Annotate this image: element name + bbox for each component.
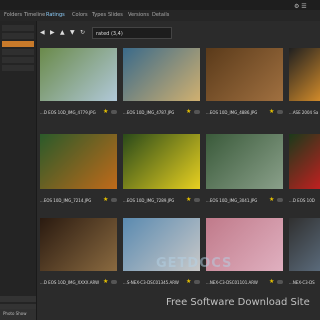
path-value: (3,4): [110, 31, 123, 37]
thumbnail-caption: ...EOS 10D_IMG_4787.JPG: [123, 110, 175, 115]
thumb-flower[interactable]: [123, 134, 200, 189]
thumb-bird[interactable]: [123, 48, 200, 101]
rating-star-icon[interactable]: ★: [269, 108, 274, 115]
thumbnail-caption: ...NEX-C3-DS: [289, 280, 315, 285]
thumbnail-caption: ...NEX-C3-DSC01101.ARW: [206, 280, 258, 285]
watermark-logo: GETDOCS: [156, 256, 233, 271]
tab-versions[interactable]: Versions: [128, 11, 149, 20]
bottom-panel: Photo Show: [0, 309, 36, 320]
panel-row[interactable]: [2, 65, 34, 71]
back-arrow-icon[interactable]: ◀: [40, 29, 45, 36]
thumb-sunset[interactable]: [289, 48, 320, 101]
thumb-street[interactable]: [289, 218, 320, 271]
thumbnail-caption: ...EOS 10D_IMG_7289.JPG: [123, 198, 175, 203]
path-field[interactable]: rated (3,4): [92, 27, 172, 39]
thumb-bookshelf[interactable]: [40, 218, 117, 271]
tab-types[interactable]: Types: [92, 11, 106, 20]
tab-folders[interactable]: Folders: [4, 11, 22, 20]
tab-timeline[interactable]: Timeline: [24, 11, 45, 20]
panel-row[interactable]: [2, 25, 34, 31]
rating-star-icon[interactable]: ★: [186, 196, 191, 203]
forward-arrow-icon[interactable]: ▶: [50, 29, 55, 36]
panel-row[interactable]: [2, 49, 34, 55]
label-toggle-icon[interactable]: [194, 110, 200, 114]
label-toggle-icon[interactable]: [194, 198, 200, 202]
thumb-butterfly[interactable]: [40, 134, 117, 189]
rating-star-icon[interactable]: ★: [103, 196, 108, 203]
tab-slides[interactable]: Slides: [108, 11, 123, 20]
rating-star-icon[interactable]: ★: [103, 108, 108, 115]
thumb-red-flowers[interactable]: [289, 134, 320, 189]
rating-star-icon[interactable]: ★: [186, 278, 191, 285]
thumbnail-caption: ...EOS 10D_IMG_7214.JPG: [40, 198, 92, 203]
top-toolbar: [0, 0, 320, 10]
panel-row[interactable]: [2, 33, 34, 39]
filter-icon[interactable]: ▼: [70, 29, 75, 36]
thumbnail-caption: ...EOS 10D_IMG_4886.JPG: [206, 110, 258, 115]
label-toggle-icon[interactable]: [277, 280, 283, 284]
thumb-forest[interactable]: [206, 134, 283, 189]
rating-star-icon[interactable]: ★: [269, 196, 274, 203]
panel-row[interactable]: [2, 57, 34, 63]
rating-star-icon[interactable]: ★: [269, 278, 274, 285]
tab-colors[interactable]: Colors: [72, 11, 88, 20]
tab-details[interactable]: Details: [152, 11, 169, 20]
label-toggle-icon[interactable]: [111, 198, 117, 202]
path-label: rated: [96, 31, 110, 37]
label-toggle-icon[interactable]: [111, 280, 117, 284]
left-panel: [0, 21, 37, 320]
settings-icon[interactable]: ⚙ ☰: [294, 3, 307, 10]
rating-star-icon[interactable]: ★: [186, 108, 191, 115]
panel-footer-row: [0, 296, 36, 302]
thumb-horses[interactable]: [206, 48, 283, 101]
label-toggle-icon[interactable]: [277, 110, 283, 114]
thumbnail-caption: ...D EOS 10D_IMG_XXXX.ARW: [40, 280, 100, 285]
thumb-park[interactable]: [40, 48, 117, 101]
label-toggle-icon[interactable]: [277, 198, 283, 202]
thumbnail-caption: ...D EOS 10D_IMG_4779.JPG: [40, 110, 96, 115]
bottom-label: Photo Show: [3, 311, 27, 316]
thumbnail-caption: ...ASE 2004 Sa: [289, 110, 319, 115]
thumbnail-caption: ...D EOS 10D: [289, 198, 315, 203]
tab-ratings[interactable]: Ratings: [46, 11, 65, 20]
up-arrow-icon[interactable]: ▲: [60, 29, 65, 36]
refresh-icon[interactable]: ↻: [80, 29, 85, 36]
thumbnail-caption: ...S-NEX-C3-DSC01345.ARW: [123, 280, 179, 285]
watermark-text: Free Software Download Site: [166, 297, 310, 308]
label-toggle-icon[interactable]: [194, 280, 200, 284]
rating-star-icon[interactable]: ★: [103, 278, 108, 285]
thumbnail-caption: ...EOS 10D_IMG_3041.JPG: [206, 198, 258, 203]
panel-row-selected[interactable]: [2, 41, 34, 47]
label-toggle-icon[interactable]: [111, 110, 117, 114]
